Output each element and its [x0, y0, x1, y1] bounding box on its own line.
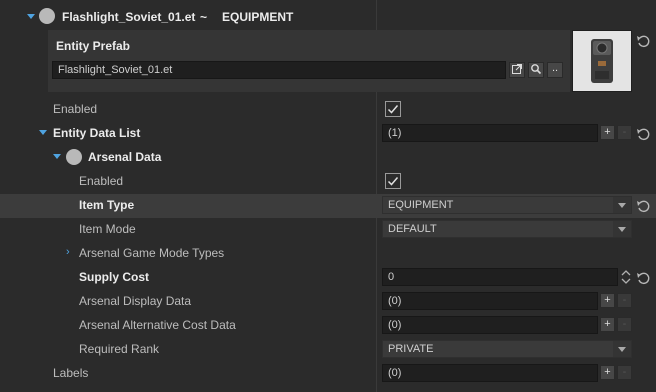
checkmark-icon: [387, 177, 399, 186]
prefab-panel: Entity Prefab Flashlight_Soviet_01.et ..: [48, 30, 570, 92]
chevron-right-icon[interactable]: ›: [66, 246, 70, 258]
expand-arrow-icon[interactable]: [39, 130, 47, 135]
item-type-select[interactable]: EQUIPMENT: [382, 196, 632, 214]
prefab-thumbnail: [572, 30, 632, 92]
entity-data-list-count: (1): [382, 124, 598, 142]
arsenal-enabled-checkbox[interactable]: [385, 173, 401, 189]
arsenal-data-label: Arsenal Data: [88, 150, 162, 164]
search-icon: [531, 64, 542, 75]
expand-arrow-icon[interactable]: [27, 14, 35, 19]
alt-cost-label: Arsenal Alternative Cost Data: [79, 318, 236, 332]
display-data-count: (0): [382, 292, 598, 310]
open-external-icon: [512, 64, 522, 74]
reset-icon[interactable]: [636, 34, 650, 48]
enabled-label: Enabled: [53, 102, 98, 116]
add-button[interactable]: +: [600, 125, 615, 140]
entity-category: EQUIPMENT: [222, 10, 294, 24]
enabled-row: Enabled: [0, 98, 656, 122]
item-mode-row: Item Mode DEFAULT: [0, 218, 656, 242]
required-rank-select[interactable]: PRIVATE: [382, 340, 632, 358]
remove-button[interactable]: -: [617, 125, 632, 140]
game-mode-types-label: Arsenal Game Mode Types: [79, 246, 225, 260]
required-rank-row: Required Rank PRIVATE: [0, 338, 656, 362]
supply-cost-row: Supply Cost 0: [0, 266, 656, 290]
entity-data-list-row: Entity Data List (1) + -: [0, 122, 656, 146]
item-type-label: Item Type: [79, 198, 135, 212]
arsenal-data-row: Arsenal Data: [0, 146, 656, 170]
supply-cost-input[interactable]: 0: [382, 268, 618, 286]
arsenal-enabled-row: Enabled: [0, 170, 656, 194]
chevron-down-icon: [613, 197, 631, 213]
chevron-down-icon: [613, 341, 631, 357]
component-icon: [66, 149, 82, 165]
alt-cost-count: (0): [382, 316, 598, 334]
search-button[interactable]: [528, 62, 544, 78]
entity-header-row: Flashlight_Soviet_01.et ~ EQUIPMENT: [0, 6, 656, 30]
add-button[interactable]: +: [600, 293, 615, 308]
entity-data-list-label: Entity Data List: [53, 126, 141, 140]
alt-cost-row: Arsenal Alternative Cost Data (0) + -: [0, 314, 656, 338]
checkmark-icon: [387, 105, 399, 114]
reset-icon[interactable]: [636, 127, 650, 141]
add-button[interactable]: +: [600, 365, 615, 380]
item-mode-value: DEFAULT: [388, 223, 437, 235]
number-stepper-icon[interactable]: [620, 268, 632, 286]
header-separator: ~: [200, 10, 208, 24]
item-mode-select[interactable]: DEFAULT: [382, 220, 632, 238]
browse-button[interactable]: ..: [547, 62, 563, 78]
display-data-label: Arsenal Display Data: [79, 294, 192, 308]
chevron-down-icon: [613, 221, 631, 237]
add-button[interactable]: +: [600, 317, 615, 332]
entity-name: Flashlight_Soviet_01.et: [62, 10, 196, 24]
item-mode-label: Item Mode: [79, 222, 136, 236]
remove-button[interactable]: -: [617, 317, 632, 332]
prefab-path-field[interactable]: Flashlight_Soviet_01.et: [52, 61, 506, 79]
open-external-button[interactable]: [509, 62, 525, 78]
flashlight-preview-image: [591, 39, 613, 83]
arsenal-enabled-label: Enabled: [79, 174, 124, 188]
item-type-row: Item Type EQUIPMENT: [0, 194, 656, 218]
labels-row: Labels (0) + -: [0, 362, 656, 386]
labels-label: Labels: [53, 366, 89, 380]
labels-count: (0): [382, 364, 598, 382]
required-rank-value: PRIVATE: [388, 343, 434, 355]
reset-icon[interactable]: [636, 199, 650, 213]
item-type-value: EQUIPMENT: [388, 199, 454, 211]
reset-icon[interactable]: [636, 271, 650, 285]
enabled-checkbox[interactable]: [385, 101, 401, 117]
supply-cost-label: Supply Cost: [79, 270, 150, 284]
game-mode-types-row: › Arsenal Game Mode Types: [0, 242, 656, 266]
required-rank-label: Required Rank: [79, 342, 160, 356]
remove-button[interactable]: -: [617, 365, 632, 380]
prefab-title: Entity Prefab: [56, 39, 131, 53]
entity-icon: [39, 8, 55, 24]
remove-button[interactable]: -: [617, 293, 632, 308]
display-data-row: Arsenal Display Data (0) + -: [0, 290, 656, 314]
expand-arrow-icon[interactable]: [53, 154, 61, 159]
